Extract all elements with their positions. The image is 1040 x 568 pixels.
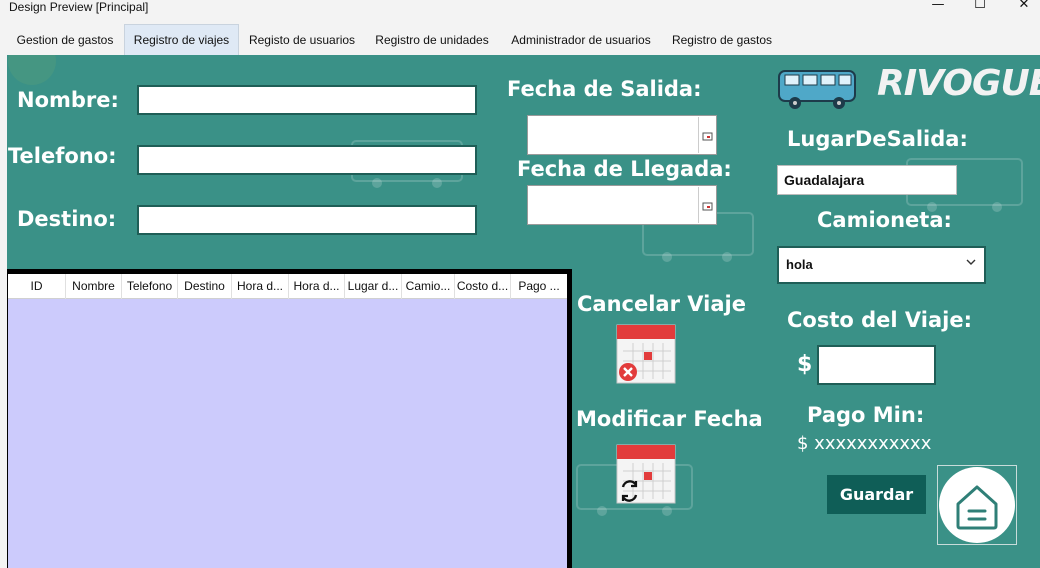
tab-gestion-gastos[interactable]: Gestion de gastos xyxy=(10,26,120,55)
column-header-destino[interactable]: Destino xyxy=(178,274,232,299)
calendar-picker-icon[interactable] xyxy=(698,187,715,223)
fecha-salida-label: Fecha de Salida: xyxy=(507,77,702,101)
modificar-fecha-button[interactable] xyxy=(615,443,677,505)
calendar-refresh-icon xyxy=(616,444,676,504)
camioneta-select[interactable]: hola xyxy=(777,246,986,284)
tab-registro-unidades[interactable]: Registro de unidades xyxy=(367,26,497,55)
chevron-down-icon xyxy=(966,259,976,265)
lugar-salida-input[interactable]: Guadalajara xyxy=(777,165,957,195)
tab-registro-viajes[interactable]: Registro de viajes xyxy=(124,24,239,55)
costo-viaje-input[interactable] xyxy=(817,345,936,385)
tab-administrador-usuarios[interactable]: Administrador de usuarios xyxy=(503,26,659,55)
minimize-button[interactable]: — xyxy=(918,0,958,14)
fecha-llegada-label: Fecha de Llegada: xyxy=(517,157,732,181)
close-button[interactable]: ✕ xyxy=(1004,0,1040,14)
costo-viaje-label: Costo del Viaje: xyxy=(787,308,972,332)
table-header-row: ID Nombre Telefono Destino Hora d... Hor… xyxy=(8,274,567,299)
nombre-label: Nombre: xyxy=(17,88,119,112)
cancelar-viaje-label: Cancelar Viaje xyxy=(577,292,746,316)
trips-table-body[interactable]: ID Nombre Telefono Destino Hora d... Hor… xyxy=(8,274,567,568)
tab-strip: Gestion de gastos Registro de viajes Reg… xyxy=(0,24,1040,55)
currency-symbol: $ xyxy=(797,352,813,377)
destino-input[interactable] xyxy=(137,205,477,235)
van-logo-icon xyxy=(778,70,856,109)
guardar-button[interactable]: Guardar xyxy=(827,475,926,514)
pago-min-label: Pago Min: xyxy=(807,403,925,427)
maximize-button[interactable]: ☐ xyxy=(960,0,1000,14)
telefono-input[interactable] xyxy=(137,145,477,175)
travel-registration-panel: Nombre: Telefono: Destino: Fecha de Sali… xyxy=(7,55,1040,568)
home-button[interactable] xyxy=(937,465,1017,545)
nombre-input[interactable] xyxy=(137,85,477,115)
camioneta-label: Camioneta: xyxy=(817,208,952,232)
modificar-fecha-label: Modificar Fecha xyxy=(576,407,763,431)
cancelar-viaje-button[interactable] xyxy=(615,323,677,385)
column-header-id[interactable]: ID xyxy=(8,274,66,299)
tab-registo-usuarios[interactable]: Registo de usuarios xyxy=(243,26,361,55)
home-icon xyxy=(939,467,1015,543)
column-header-hora-salida[interactable]: Hora d... xyxy=(232,274,289,299)
tab-registro-gastos[interactable]: Registro de gastos xyxy=(664,26,780,55)
lugar-salida-value: Guadalajara xyxy=(784,172,865,188)
column-header-lugar-salida[interactable]: Lugar d... xyxy=(345,274,402,299)
column-header-hora-llegada[interactable]: Hora d... xyxy=(289,274,345,299)
column-header-nombre[interactable]: Nombre xyxy=(66,274,122,299)
fecha-llegada-picker[interactable] xyxy=(527,185,717,225)
camioneta-value: hola xyxy=(786,257,813,272)
column-header-pago[interactable]: Pago ... xyxy=(511,274,567,299)
window-titlebar: Design Preview [Principal] — ☐ ✕ xyxy=(0,0,1040,24)
column-header-telefono[interactable]: Telefono xyxy=(122,274,178,299)
calendar-picker-icon[interactable] xyxy=(698,117,715,153)
window-title: Design Preview [Principal] xyxy=(9,0,149,14)
lugar-salida-label: LugarDeSalida: xyxy=(787,127,968,151)
trips-table: ID Nombre Telefono Destino Hora d... Hor… xyxy=(7,269,572,568)
pago-min-value: $ xxxxxxxxxxx xyxy=(797,433,932,454)
destino-label: Destino: xyxy=(17,207,117,231)
brand-name: RIVOGUE xyxy=(877,63,1040,104)
fecha-salida-picker[interactable] xyxy=(527,115,717,155)
telefono-label: Telefono: xyxy=(8,144,117,168)
calendar-cancel-icon xyxy=(616,324,676,384)
column-header-costo[interactable]: Costo d... xyxy=(455,274,511,299)
column-header-camioneta[interactable]: Camio... xyxy=(402,274,455,299)
